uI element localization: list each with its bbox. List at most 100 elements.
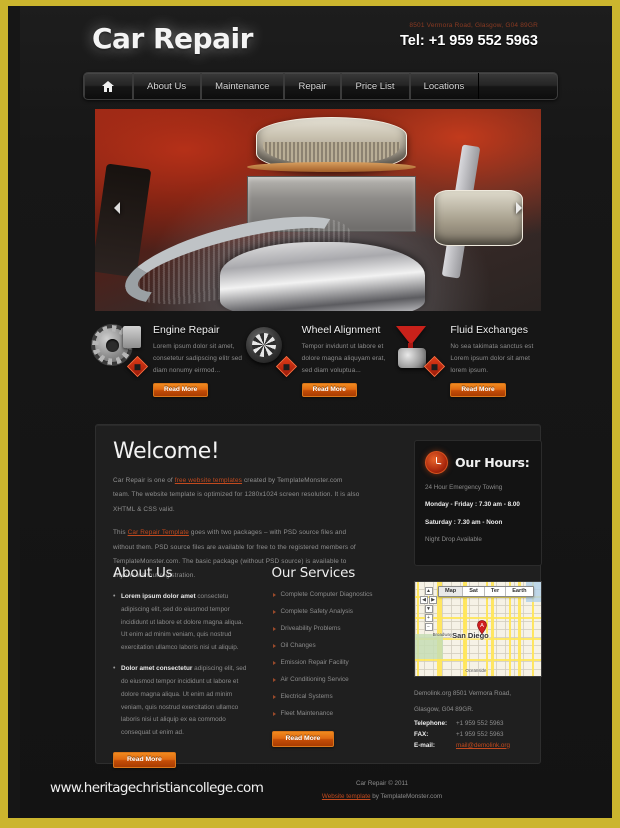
service-card-engine-repair: Engine Repair Lorem ipsum dolor sit amet… bbox=[92, 324, 244, 406]
service-list-item[interactable]: Electrical Systems bbox=[272, 693, 409, 700]
map-marker-a[interactable]: A bbox=[476, 620, 487, 635]
about-us-list: Lorem ipsum dolor amet consectetu adipis… bbox=[113, 590, 250, 740]
service-list-item[interactable]: Fleet Maintenance bbox=[272, 710, 409, 717]
our-services-list: Complete Computer Diagnostics Complete S… bbox=[272, 591, 409, 717]
service-title: Wheel Alignment bbox=[301, 324, 381, 336]
slider-prev-button[interactable] bbox=[107, 200, 127, 220]
email-link[interactable]: mail@demolink.org bbox=[456, 742, 510, 749]
map-pan-down-button[interactable]: ▼ bbox=[424, 604, 433, 613]
header-address: 8501 Vermora Road, Glasgow, G04 89GR bbox=[409, 22, 538, 29]
about-item-lead: Lorem ipsum dolor amet bbox=[121, 593, 196, 600]
map-pan-right-button[interactable]: ▶ bbox=[429, 595, 437, 604]
map-tab-sat[interactable]: Sat bbox=[463, 586, 485, 596]
wheel-icon bbox=[244, 326, 297, 378]
nav-item-locations[interactable]: Locations bbox=[410, 73, 480, 99]
main-navigation[interactable]: About Us Maintenance Repair Price List L… bbox=[83, 72, 558, 100]
car-repair-template-link[interactable]: Car Repair Template bbox=[128, 529, 189, 536]
about-us-column: About Us Lorem ipsum dolor amet consecte… bbox=[113, 565, 250, 768]
google-map-widget[interactable]: Broadway San Diego Oceanside A Map Sat T… bbox=[414, 580, 542, 677]
page-title: Welcome! bbox=[113, 439, 220, 464]
our-hours-header: Our Hours: bbox=[425, 451, 531, 474]
map-label-oceanside: Oceanside bbox=[465, 667, 487, 673]
gear-icon bbox=[92, 325, 149, 378]
welcome-p1-a: Car Repair is one of bbox=[113, 477, 175, 484]
contact-email-row: E-mail: mail@demolink.org bbox=[414, 742, 544, 749]
home-icon bbox=[102, 80, 114, 92]
service-text: Tempor invidunt ut labore et dolore magn… bbox=[301, 343, 386, 374]
fax-label: FAX: bbox=[414, 730, 429, 738]
service-list-item[interactable]: Air Conditioning Service bbox=[272, 676, 409, 683]
service-list-item[interactable]: Complete Computer Diagnostics bbox=[272, 591, 409, 598]
service-read-more-button[interactable]: Read More bbox=[301, 382, 357, 397]
map-zoom-in-button[interactable]: + bbox=[424, 613, 433, 622]
site-footer: www.heritagechristiancollege.com Car Rep… bbox=[20, 772, 612, 818]
footer-site-url[interactable]: www.heritagechristiancollege.com bbox=[50, 780, 264, 796]
map-type-tabs[interactable]: Map Sat Ter Earth bbox=[438, 585, 534, 597]
services-read-more-button[interactable]: Read More bbox=[271, 731, 335, 747]
map-tab-map[interactable]: Map bbox=[439, 586, 464, 596]
telephone-label: Telephone: bbox=[414, 719, 448, 727]
fax-value: +1 959 552 5963 bbox=[456, 730, 504, 738]
nav-item-about-us[interactable]: About Us bbox=[133, 73, 202, 99]
sidebar-column: Our Hours: 24 Hour Emergency Towing Mond… bbox=[414, 440, 544, 753]
our-services-heading: Our Services bbox=[271, 565, 356, 581]
service-text: No sea takimata sanctus est Lorem ipsum … bbox=[450, 343, 534, 374]
site-logo[interactable]: Car Repair bbox=[92, 22, 253, 55]
our-hours-title: Our Hours: bbox=[455, 455, 530, 470]
site-container: Car Repair 8501 Vermora Road, Glasgow, G… bbox=[20, 6, 612, 818]
svg-text:A: A bbox=[480, 623, 484, 629]
about-us-item: Dolor amet consectetur adipiscing elit, … bbox=[113, 662, 250, 740]
service-read-more-button[interactable]: Read More bbox=[153, 382, 209, 397]
service-list-item[interactable]: Driveability Problems bbox=[272, 625, 409, 632]
nav-item-repair[interactable]: Repair bbox=[284, 73, 342, 99]
content-panel: Welcome! Car Repair is one of free websi… bbox=[95, 424, 544, 768]
contact-block: Demolink.org 8501 Vermora Road, Glasgow,… bbox=[414, 688, 544, 749]
about-item-lead: Dolor amet consectetur bbox=[121, 665, 193, 673]
map-label-broadway: Broadway bbox=[432, 631, 453, 637]
nav-item-home[interactable] bbox=[84, 73, 133, 99]
footer-credit-line: Website template by TemplateMonster.com bbox=[282, 793, 482, 800]
about-us-item: Lorem ipsum dolor amet consectetu adipis… bbox=[113, 590, 250, 655]
hours-line: 24 Hour Emergency Towing bbox=[425, 484, 503, 491]
nav-item-maintenance[interactable]: Maintenance bbox=[201, 73, 285, 99]
contact-address-line-2: Glasgow, G04 89GR. bbox=[414, 705, 474, 713]
funnel-icon bbox=[392, 326, 446, 378]
map-pan-up-button[interactable]: ▲ bbox=[424, 586, 433, 595]
hero-slider[interactable] bbox=[95, 109, 541, 311]
about-item-rest: consectetu adipiscing elit, sed do eiusm… bbox=[121, 593, 244, 652]
telephone-value: +1 959 552 5963 bbox=[456, 719, 504, 727]
welcome-p2-a: This bbox=[113, 529, 128, 537]
free-website-templates-link[interactable]: free website templates bbox=[175, 477, 242, 484]
page-frame: Car Repair 8501 Vermora Road, Glasgow, G… bbox=[8, 6, 612, 818]
map-park-area bbox=[415, 634, 443, 659]
nav-item-price-list[interactable]: Price List bbox=[341, 73, 410, 99]
footer-credits: Car Repair © 2011 Website template by Te… bbox=[282, 780, 482, 800]
clock-icon bbox=[425, 451, 448, 474]
service-list-item[interactable]: Complete Safety Analysis bbox=[272, 608, 409, 615]
hours-line: Monday - Friday : 7.30 am - 8.00 bbox=[425, 501, 520, 509]
slider-next-button[interactable] bbox=[509, 200, 529, 220]
service-text: Lorem ipsum dolor sit amet, consetetur s… bbox=[153, 343, 243, 374]
services-strip: Engine Repair Lorem ipsum dolor sit amet… bbox=[92, 324, 541, 406]
service-list-item[interactable]: Emission Repair Facility bbox=[272, 659, 409, 666]
service-list-item[interactable]: Oil Changes bbox=[272, 642, 409, 649]
email-label: E-mail: bbox=[414, 741, 435, 749]
header-phone: Tel: +1 959 552 5963 bbox=[400, 33, 538, 49]
website-template-link[interactable]: Website template bbox=[322, 793, 371, 800]
map-tab-ter[interactable]: Ter bbox=[485, 586, 507, 596]
about-read-more-button[interactable]: Read More bbox=[113, 751, 176, 768]
map-zoom-out-button[interactable]: − bbox=[424, 622, 433, 631]
contact-telephone-row: Telephone: +1 959 552 5963 bbox=[414, 720, 544, 727]
our-hours-box: Our Hours: 24 Hour Emergency Towing Mond… bbox=[414, 440, 542, 566]
service-card-fluid-exchanges: Fluid Exchanges No sea takimata sanctus … bbox=[392, 324, 541, 406]
map-controls[interactable]: ▲ ◀ ▶ ▼ + − bbox=[420, 586, 437, 631]
about-item-rest: adipiscing elit, sed do eiusmod tempor i… bbox=[121, 665, 247, 737]
footer-copyright: Car Repair © 2011 bbox=[355, 780, 409, 787]
map-tab-earth[interactable]: Earth bbox=[506, 587, 532, 596]
header-contact: 8501 Vermora Road, Glasgow, G04 89GR Tel… bbox=[400, 22, 538, 49]
chevron-left-icon bbox=[113, 201, 121, 219]
contact-fax-row: FAX: +1 959 552 5963 bbox=[414, 731, 544, 738]
map-pan-left-button[interactable]: ◀ bbox=[420, 595, 428, 604]
service-read-more-button[interactable]: Read More bbox=[450, 382, 506, 397]
site-header: Car Repair 8501 Vermora Road, Glasgow, G… bbox=[20, 6, 612, 68]
